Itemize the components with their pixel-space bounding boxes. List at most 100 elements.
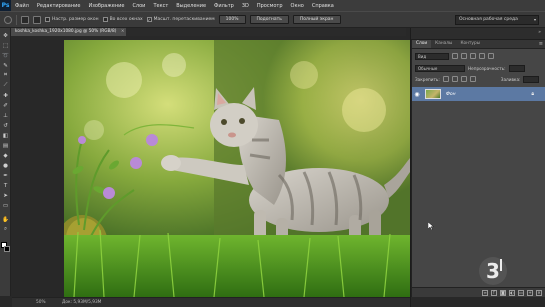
eraser-tool-icon[interactable]: ◧ — [2, 132, 9, 139]
close-icon[interactable]: × — [121, 28, 125, 36]
zoom-tool-icon[interactable] — [4, 15, 12, 24]
stamp-tool-icon[interactable]: ⊥ — [2, 112, 9, 119]
blend-mode-value: Обычные — [418, 65, 438, 71]
gradient-tool-icon[interactable]: ▤ — [2, 142, 9, 149]
trash-icon[interactable]: ✕ — [536, 289, 542, 296]
menu-edit[interactable]: Редактирование — [33, 3, 85, 9]
resize-windows-label: Настр. размер окон — [52, 17, 99, 22]
marquee-tool-icon[interactable]: ⬚ — [2, 42, 9, 49]
layer-name[interactable]: Фон — [446, 92, 456, 97]
zoom-100-button[interactable]: 100% — [218, 15, 246, 24]
layer-filter-row: Вид — [412, 51, 545, 61]
menu-type[interactable]: Текст — [149, 3, 172, 9]
move-tool-icon[interactable]: ✥ — [2, 32, 9, 39]
opacity-label: Непрозрачность: — [468, 65, 506, 71]
fill-input[interactable] — [523, 75, 540, 83]
healing-tool-icon[interactable]: ✚ — [2, 92, 9, 99]
opacity-input[interactable] — [508, 64, 525, 72]
fill-screen-button[interactable]: Полный экран — [292, 15, 341, 24]
filter-smart-icon[interactable] — [488, 53, 494, 59]
checkbox-box[interactable] — [45, 17, 50, 22]
history-brush-tool-icon[interactable]: ↺ — [2, 122, 9, 129]
menu-select[interactable]: Выделение — [172, 3, 210, 9]
menu-help[interactable]: Справка — [308, 3, 338, 9]
checkbox-box[interactable] — [102, 17, 108, 22]
menu-layers[interactable]: Слои — [128, 3, 149, 9]
menu-3d[interactable]: 3D — [238, 3, 253, 9]
scrubby-zoom-checkbox[interactable]: ✓ Масшт. перетаскиванием — [146, 17, 215, 22]
layers-footer: ∞ f ◙ ◐ ▭ + ✕ — [412, 287, 545, 297]
filter-type-icon[interactable] — [470, 53, 476, 59]
workspace-select[interactable]: Основная рабочая среда ▾ — [455, 15, 539, 25]
tab-channels[interactable]: Каналы — [431, 40, 456, 48]
scrubby-zoom-label: Масшт. перетаскиванием — [153, 17, 215, 22]
layer-row-background[interactable]: ◉ Фон 🔒︎ — [412, 87, 545, 101]
hand-tool-icon[interactable]: ✋ — [2, 216, 9, 223]
layer-thumbnail — [425, 89, 441, 99]
chevron-down-icon: ▾ — [533, 17, 536, 22]
filter-pixel-icon[interactable] — [452, 53, 458, 59]
fx-icon[interactable]: f — [491, 289, 497, 296]
zoom-tool-icon[interactable]: ⌕ — [2, 226, 9, 233]
menu-file[interactable]: Файл — [11, 3, 33, 9]
menu-filter[interactable]: Фильтр — [210, 3, 238, 9]
lock-pixels-icon[interactable] — [442, 76, 449, 82]
link-icon[interactable]: ∞ — [482, 289, 488, 296]
fit-screen-button[interactable]: Подогнать — [249, 15, 289, 24]
new-layer-icon[interactable]: + — [527, 289, 533, 296]
checkbox-checked[interactable]: ✓ — [146, 17, 152, 22]
lock-icon: 🔒︎ — [531, 91, 534, 97]
shape-tool-icon[interactable]: ▭ — [2, 202, 9, 209]
all-windows-label: Во всех окнах — [109, 17, 143, 22]
document-tab[interactable]: koshka_koshka_1920x1080.jpg @ 50% (RGB/8… — [11, 28, 127, 36]
document-image[interactable] — [64, 40, 410, 297]
lock-row: Закрепить: Заливка: — [412, 74, 545, 84]
filter-kind-select[interactable]: Вид — [415, 52, 449, 60]
menu-view[interactable]: Просмотр — [253, 3, 287, 9]
type-tool-icon[interactable]: T — [2, 182, 9, 189]
blend-row: Обычные Непрозрачность: — [412, 63, 545, 73]
quick-select-tool-icon[interactable]: ✎ — [2, 62, 9, 69]
eyedropper-tool-icon[interactable]: ⟋ — [2, 82, 9, 89]
menu-window[interactable]: Окно — [287, 3, 308, 9]
lasso-tool-icon[interactable]: ➰ — [2, 52, 9, 59]
panel-dock-header: » — [411, 28, 545, 40]
brush-tool-icon[interactable]: ✐ — [2, 102, 9, 109]
zoom-out-icon[interactable] — [33, 15, 41, 24]
eye-icon[interactable]: ◉ — [412, 91, 422, 98]
resize-windows-checkbox[interactable]: Настр. размер окон — [45, 17, 99, 22]
menu-bar: Ps Файл Редактирование Изображение Слои … — [0, 0, 545, 11]
zoom-in-icon[interactable] — [21, 15, 29, 24]
blur-tool-icon[interactable]: ◆ — [2, 152, 9, 159]
watermark-logo: 3 — [479, 257, 507, 285]
filter-kind-value: Вид — [418, 53, 427, 59]
document-tab-bar: koshka_koshka_1920x1080.jpg @ 50% (RGB/8… — [11, 28, 406, 36]
status-bar: 50% Док: 5,93M/5,93M — [12, 297, 410, 307]
photoshop-logo: Ps — [0, 0, 11, 11]
pen-tool-icon[interactable]: ✒ — [2, 172, 9, 179]
lock-move-icon[interactable] — [460, 76, 467, 82]
crop-tool-icon[interactable]: ⌗ — [2, 72, 9, 79]
lock-paint-icon[interactable] — [451, 76, 458, 82]
dodge-tool-icon[interactable]: ● — [2, 162, 9, 169]
lock-label: Закрепить: — [415, 76, 440, 82]
lock-all-icon[interactable] — [469, 76, 476, 82]
menu-image[interactable]: Изображение — [84, 3, 128, 9]
panel-menu-icon[interactable]: ≡ — [539, 40, 543, 48]
filter-adjust-icon[interactable] — [461, 53, 467, 59]
status-zoom[interactable]: 50% — [36, 298, 46, 307]
options-bar: Настр. размер окон Во всех окнах ✓ Масшт.… — [0, 11, 545, 28]
folder-icon[interactable]: ▭ — [518, 289, 524, 296]
blend-mode-select[interactable]: Обычные — [415, 64, 465, 72]
tab-paths[interactable]: Контуры — [456, 40, 484, 48]
filter-shape-icon[interactable] — [479, 53, 485, 59]
adjustment-icon[interactable]: ◐ — [509, 289, 515, 296]
path-select-tool-icon[interactable]: ➤ — [2, 192, 9, 199]
tab-layers[interactable]: Слои — [412, 40, 432, 48]
collapse-icon[interactable]: » — [538, 30, 541, 35]
background-color-swatch[interactable] — [4, 246, 10, 252]
mask-icon[interactable]: ◙ — [500, 289, 506, 296]
kitten-photo — [64, 40, 410, 297]
all-windows-checkbox[interactable]: Во всех окнах — [102, 17, 143, 22]
tools-panel: ✥ ⬚ ➰ ✎ ⌗ ⟋ ✚ ✐ ⊥ ↺ ◧ ▤ ◆ ● ✒ T ➤ ▭ ✋ ⌕ — [0, 28, 11, 296]
